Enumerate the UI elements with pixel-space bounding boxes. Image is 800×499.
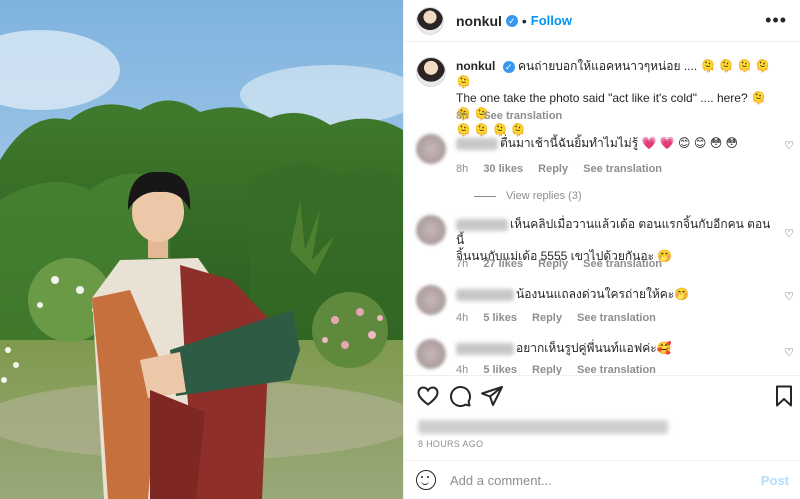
post-header: nonkul ✓ • Follow ••• [404, 0, 800, 42]
comment-meta: 4h 5 likes Reply See translation [456, 364, 668, 375]
comment-like-heart-icon[interactable]: ♡ [784, 346, 794, 359]
comment-reply-button[interactable]: Reply [532, 364, 562, 375]
commenter-avatar[interactable] [416, 339, 446, 369]
comment-like-heart-icon[interactable]: ♡ [784, 139, 794, 152]
commenter-avatar[interactable] [416, 215, 446, 245]
comment-item: อยากเห็นรูปคู่พี่นนท์แอฟค่ะ🥰 ♡ 4h 5 like… [416, 339, 796, 375]
more-options-icon[interactable]: ••• [765, 11, 787, 29]
comment-body: ตื่นมาเช้านี้ฉันยิ้มทำไมไม่รู้ 💗 💗 😊 😊 😳… [456, 135, 778, 151]
comment-likes[interactable]: 5 likes [483, 312, 517, 324]
caption-username[interactable]: nonkul [456, 59, 495, 73]
post-photo-art [0, 0, 403, 499]
commenter-username-blurred[interactable] [456, 342, 514, 355]
comments-list[interactable]: nonkul ✓ คนถ่ายบอกให้แอคหนาวๆหน่อย .... … [404, 43, 800, 375]
caption-body: nonkul ✓ คนถ่ายบอกให้แอคหนาวๆหน่อย .... … [456, 58, 778, 138]
comment-body: อยากเห็นรูปคู่พี่นนท์แอฟค่ะ🥰 [456, 340, 778, 356]
comment-see-translation[interactable]: See translation [577, 312, 656, 324]
comment-likes[interactable]: 5 likes [483, 364, 517, 375]
post-timestamp: 8 HOURS AGO [418, 439, 484, 449]
caption-meta: 8h See translation [456, 110, 574, 122]
comment-text: น้องนนแถลงด่วนใครถ่ายให้คะ🤭 [516, 287, 690, 301]
follow-button[interactable]: Follow [531, 13, 572, 28]
emoji-icon[interactable] [416, 470, 436, 490]
comment-meta: 8h 30 likes Reply See translation [456, 163, 674, 175]
add-comment-bar: Post [404, 460, 800, 499]
comment-item: เห็นคลิปเมื่อวานแล้วเด้อ ตอนแรกจิ้นกับอี… [416, 215, 796, 277]
caption-avatar[interactable] [416, 57, 446, 87]
comment-reply-button[interactable]: Reply [532, 312, 562, 324]
comment-reply-button[interactable]: Reply [538, 258, 568, 270]
comment-like-heart-icon[interactable]: ♡ [784, 290, 794, 303]
view-replies-button[interactable]: View replies (3) [474, 190, 582, 202]
caption-see-translation[interactable]: See translation [483, 110, 562, 122]
author-username[interactable]: nonkul [456, 13, 502, 29]
instagram-post: nonkul ✓ • Follow ••• nonkul ✓ คนถ่ายบอก… [0, 0, 800, 499]
comment-input[interactable] [450, 472, 761, 488]
post-comment-button[interactable]: Post [761, 473, 789, 488]
comment-body: น้องนนแถลงด่วนใครถ่ายให้คะ🤭 [456, 286, 778, 302]
commenter-avatar[interactable] [416, 134, 446, 164]
share-icon[interactable] [480, 384, 504, 408]
comment-time: 8h [456, 163, 469, 175]
comment-time: 7h [456, 258, 469, 270]
comment-see-translation[interactable]: See translation [583, 163, 662, 175]
commenter-username-blurred[interactable] [456, 137, 498, 150]
comment-see-translation[interactable]: See translation [577, 364, 656, 375]
caption-verified-badge-icon: ✓ [502, 61, 515, 73]
separator-dot: • [521, 12, 527, 29]
comment-body: เห็นคลิปเมื่อวานแล้วเด้อ ตอนแรกจิ้นกับอี… [456, 216, 778, 264]
author-avatar[interactable] [416, 6, 444, 35]
caption-time: 8h [456, 110, 469, 122]
comment-icon[interactable] [448, 384, 472, 408]
comment-item: น้องนนแถลงด่วนใครถ่ายให้คะ🤭 ♡ 4h 5 likes… [416, 285, 796, 329]
commenter-avatar[interactable] [416, 285, 446, 315]
post-photo[interactable] [0, 0, 403, 499]
comment-reply-button[interactable]: Reply [538, 163, 568, 175]
comment-likes[interactable]: 30 likes [483, 163, 523, 175]
comment-meta: 4h 5 likes Reply See translation [456, 312, 668, 324]
comment-time: 4h [456, 364, 469, 375]
heart-icon[interactable] [416, 384, 440, 408]
commenter-username-blurred[interactable] [456, 218, 508, 231]
post-actions: 8 HOURS AGO [404, 375, 800, 459]
comment-like-heart-icon[interactable]: ♡ [784, 227, 794, 240]
comment-text: อยากเห็นรูปคู่พี่นนท์แอฟค่ะ🥰 [516, 341, 672, 355]
comment-meta: 7h 27 likes Reply See translation [456, 258, 674, 270]
comment-see-translation[interactable]: See translation [583, 258, 662, 270]
caption: nonkul ✓ คนถ่ายบอกให้แอคหนาวๆหน่อย .... … [416, 57, 796, 137]
verified-badge-icon: ✓ [505, 14, 518, 27]
bookmark-icon[interactable] [772, 384, 796, 408]
post-side-panel: nonkul ✓ • Follow ••• nonkul ✓ คนถ่ายบอก… [403, 0, 800, 499]
comment-text: ตื่นมาเช้านี้ฉันยิ้มทำไมไม่รู้ 💗 💗 😊 😊 😳… [500, 136, 739, 150]
comment-time: 4h [456, 312, 469, 324]
comment-item: ตื่นมาเช้านี้ฉันยิ้มทำไมไม่รู้ 💗 💗 😊 😊 😳… [416, 134, 796, 204]
comment-likes[interactable]: 27 likes [483, 258, 523, 270]
commenter-username-blurred[interactable] [456, 288, 514, 301]
liked-by-blurred[interactable] [418, 420, 668, 434]
